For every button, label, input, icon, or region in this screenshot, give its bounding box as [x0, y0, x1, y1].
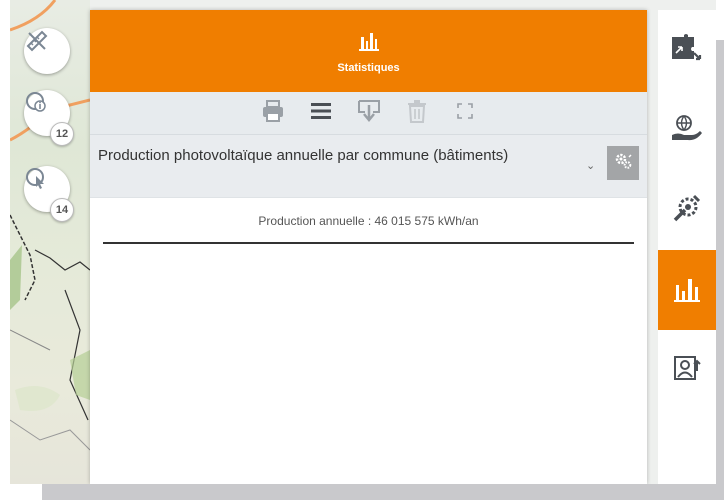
measure-tool-button[interactable]: [24, 28, 70, 74]
panel-title: Statistiques: [337, 61, 400, 74]
print-button[interactable]: [260, 99, 286, 128]
cursor-select-count-badge: 14: [50, 198, 74, 222]
bar-chart-icon: [672, 273, 702, 308]
chevron-down-icon[interactable]: ⌄: [586, 159, 595, 172]
panel-header: Statistiques: [90, 10, 647, 92]
wrench-gear-icon: [672, 193, 702, 228]
expand-icon: [456, 102, 473, 124]
sidebar-item-services[interactable]: [658, 90, 716, 170]
sidebar-item-tools[interactable]: [658, 170, 716, 250]
layer-selector[interactable]: Production photovoltaïque annuelle par c…: [90, 135, 647, 198]
bar-chart-icon: [358, 29, 380, 56]
sidebar-item-contact[interactable]: [658, 330, 716, 410]
fullscreen-button[interactable]: [452, 100, 478, 126]
globe-hand-icon: [670, 113, 704, 148]
sidebar-item-extensions[interactable]: [658, 10, 716, 90]
production-summary: Production annuelle : 46 015 575 kWh/an: [258, 214, 479, 228]
divider: [103, 242, 634, 244]
app-frame: 12 14 Statistiques Production photovolta…: [10, 0, 716, 484]
map-view[interactable]: 12 14: [10, 0, 90, 484]
info-select-count-badge: 12: [50, 122, 74, 146]
download-icon: [357, 99, 381, 128]
list-button[interactable]: [308, 100, 334, 126]
gears-icon: [613, 151, 633, 176]
puzzle-icon: [670, 33, 704, 68]
contact-export-icon: [672, 353, 702, 388]
right-sidebar: [658, 10, 716, 484]
stats-toolbar: [90, 92, 647, 135]
layer-settings-button[interactable]: [607, 146, 639, 180]
download-button[interactable]: [356, 99, 382, 128]
delete-button[interactable]: [404, 99, 430, 128]
trash-icon: [405, 99, 429, 128]
printer-icon: [261, 99, 285, 128]
statistics-panel: Statistiques Production photovoltaïque a…: [90, 10, 647, 484]
stats-content: Production annuelle : 46 015 575 kWh/an: [90, 198, 647, 484]
layer-label: Production photovoltaïque annuelle par c…: [98, 147, 509, 164]
list-icon: [309, 99, 333, 128]
sidebar-item-statistics[interactable]: [658, 250, 716, 330]
